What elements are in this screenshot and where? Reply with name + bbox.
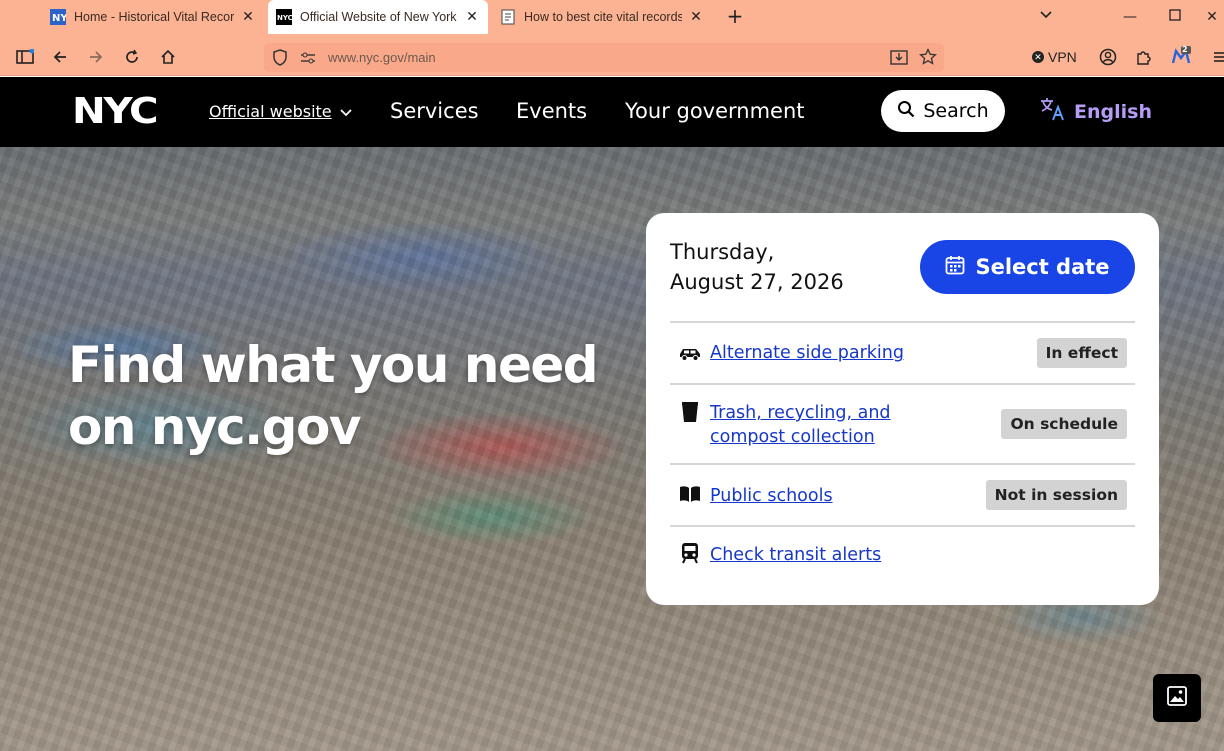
- maximize-icon[interactable]: [1160, 6, 1190, 28]
- info-row-schools: Public schools Not in session: [670, 463, 1135, 525]
- language-label: English: [1074, 100, 1152, 123]
- current-date: Thursday, August 27, 2026: [670, 237, 844, 297]
- nav-services[interactable]: Services: [390, 99, 479, 123]
- search-button[interactable]: Search: [881, 90, 1005, 132]
- info-row-parking: Alternate side parking In effect: [670, 321, 1135, 383]
- nav-events[interactable]: Events: [516, 99, 587, 123]
- extension-count-badge: 2: [1182, 45, 1188, 54]
- save-page-download-icon[interactable]: [890, 49, 908, 70]
- date-full: August 27, 2026: [670, 270, 844, 294]
- document-favicon-icon: [500, 9, 516, 25]
- tab-title: Official Website of New York C: [300, 10, 458, 24]
- tab-title: Home - Historical Vital Records: [74, 10, 234, 24]
- home-icon[interactable]: [157, 46, 179, 68]
- hero-section: Find what you need on nyc.gov Thursday, …: [0, 147, 1224, 751]
- trash-link-line2: compost collection: [710, 427, 875, 447]
- vital-records-favicon-icon: NY: [50, 9, 66, 25]
- trash-icon: [678, 401, 702, 423]
- official-website-label: Official website: [209, 102, 332, 121]
- vpn-button[interactable]: ✕ VPN: [1032, 49, 1077, 65]
- car-icon: [678, 343, 702, 365]
- close-window-icon[interactable]: ✕: [1197, 6, 1224, 28]
- new-tab-plus-icon[interactable]: +: [724, 6, 746, 28]
- search-icon: [897, 100, 915, 123]
- alternate-side-parking-link[interactable]: Alternate side parking: [710, 341, 904, 365]
- official-website-dropdown[interactable]: Official website: [209, 102, 352, 121]
- image-icon: [1167, 686, 1187, 710]
- check-transit-alerts-link[interactable]: Check transit alerts: [710, 543, 881, 567]
- chevron-down-icon: [339, 102, 352, 121]
- shield-icon[interactable]: [272, 49, 288, 70]
- account-icon[interactable]: [1097, 46, 1119, 68]
- site-permissions-icon[interactable]: [300, 50, 316, 69]
- hero-headline-line2: on nyc.gov: [68, 398, 361, 456]
- minimize-icon[interactable]: —: [1115, 6, 1145, 28]
- svg-text:NYC: NYC: [277, 14, 292, 22]
- close-tab-icon[interactable]: ✕: [464, 9, 480, 25]
- info-row-trash: Trash, recycling, and compost collection…: [670, 383, 1135, 463]
- date-weekday: Thursday,: [670, 240, 775, 264]
- trash-recycling-compost-link[interactable]: Trash, recycling, and compost collection: [710, 401, 891, 449]
- trash-status-badge: On schedule: [1001, 409, 1127, 439]
- schools-status-badge: Not in session: [985, 480, 1127, 510]
- nyc-logo[interactable]: NYC: [72, 94, 159, 130]
- site-header: NYC Official website Services Events You…: [0, 77, 1224, 147]
- bookmark-star-icon[interactable]: [919, 47, 937, 70]
- language-selector[interactable]: English: [1040, 97, 1152, 126]
- tab-title: How to best cite vital records or: [524, 10, 682, 24]
- close-tab-icon[interactable]: ✕: [688, 9, 704, 25]
- train-icon: [678, 542, 702, 564]
- forward-arrow-icon[interactable]: [85, 46, 107, 68]
- search-label: Search: [923, 100, 989, 122]
- public-schools-link[interactable]: Public schools: [710, 484, 833, 508]
- sidebar-toggle-icon[interactable]: [14, 46, 36, 68]
- select-date-button[interactable]: Select date: [920, 240, 1135, 294]
- info-row-transit: Check transit alerts: [670, 525, 1135, 581]
- hero-headline-line1: Find what you need: [68, 336, 599, 394]
- tab-list-chevron-down-icon[interactable]: [1031, 6, 1061, 28]
- browser-tab-vital-records[interactable]: NY Home - Historical Vital Records ✕: [42, 0, 264, 34]
- browser-tab-cite-vital-records[interactable]: How to best cite vital records or ✕: [492, 0, 712, 34]
- nyc-favicon-icon: NYC: [276, 9, 292, 25]
- browser-tab-strip: NY Home - Historical Vital Records ✕ NYC…: [0, 0, 1224, 38]
- svg-text:NY: NY: [52, 13, 66, 24]
- browser-tab-nyc-official[interactable]: NYC Official Website of New York C ✕: [268, 0, 488, 34]
- url-text[interactable]: www.nyc.gov/main: [328, 50, 436, 65]
- calendar-icon: [945, 255, 965, 280]
- translate-icon: [1040, 97, 1066, 126]
- vpn-off-icon: ✕: [1032, 51, 1044, 63]
- address-bar[interactable]: www.nyc.gov/main: [264, 43, 944, 72]
- back-arrow-icon[interactable]: [49, 46, 71, 68]
- close-tab-icon[interactable]: ✕: [240, 9, 256, 25]
- browser-toolbar: www.nyc.gov/main ✕ VPN 2: [0, 38, 1224, 76]
- daily-info-card: Thursday, August 27, 2026 Select date Al…: [646, 213, 1159, 605]
- book-icon: [678, 483, 702, 505]
- select-date-label: Select date: [975, 255, 1110, 279]
- nav-your-government[interactable]: Your government: [625, 99, 805, 123]
- parking-status-badge: In effect: [1036, 338, 1127, 368]
- extensions-puzzle-icon[interactable]: [1133, 46, 1155, 68]
- hero-headline: Find what you need on nyc.gov: [68, 334, 599, 458]
- image-credit-button[interactable]: [1153, 674, 1201, 722]
- vpn-label: VPN: [1048, 49, 1077, 65]
- reload-icon[interactable]: [121, 46, 143, 68]
- extension-m-icon[interactable]: 2: [1170, 45, 1192, 68]
- menu-hamburger-icon[interactable]: [1208, 46, 1224, 68]
- trash-link-line1: Trash, recycling, and: [710, 403, 891, 423]
